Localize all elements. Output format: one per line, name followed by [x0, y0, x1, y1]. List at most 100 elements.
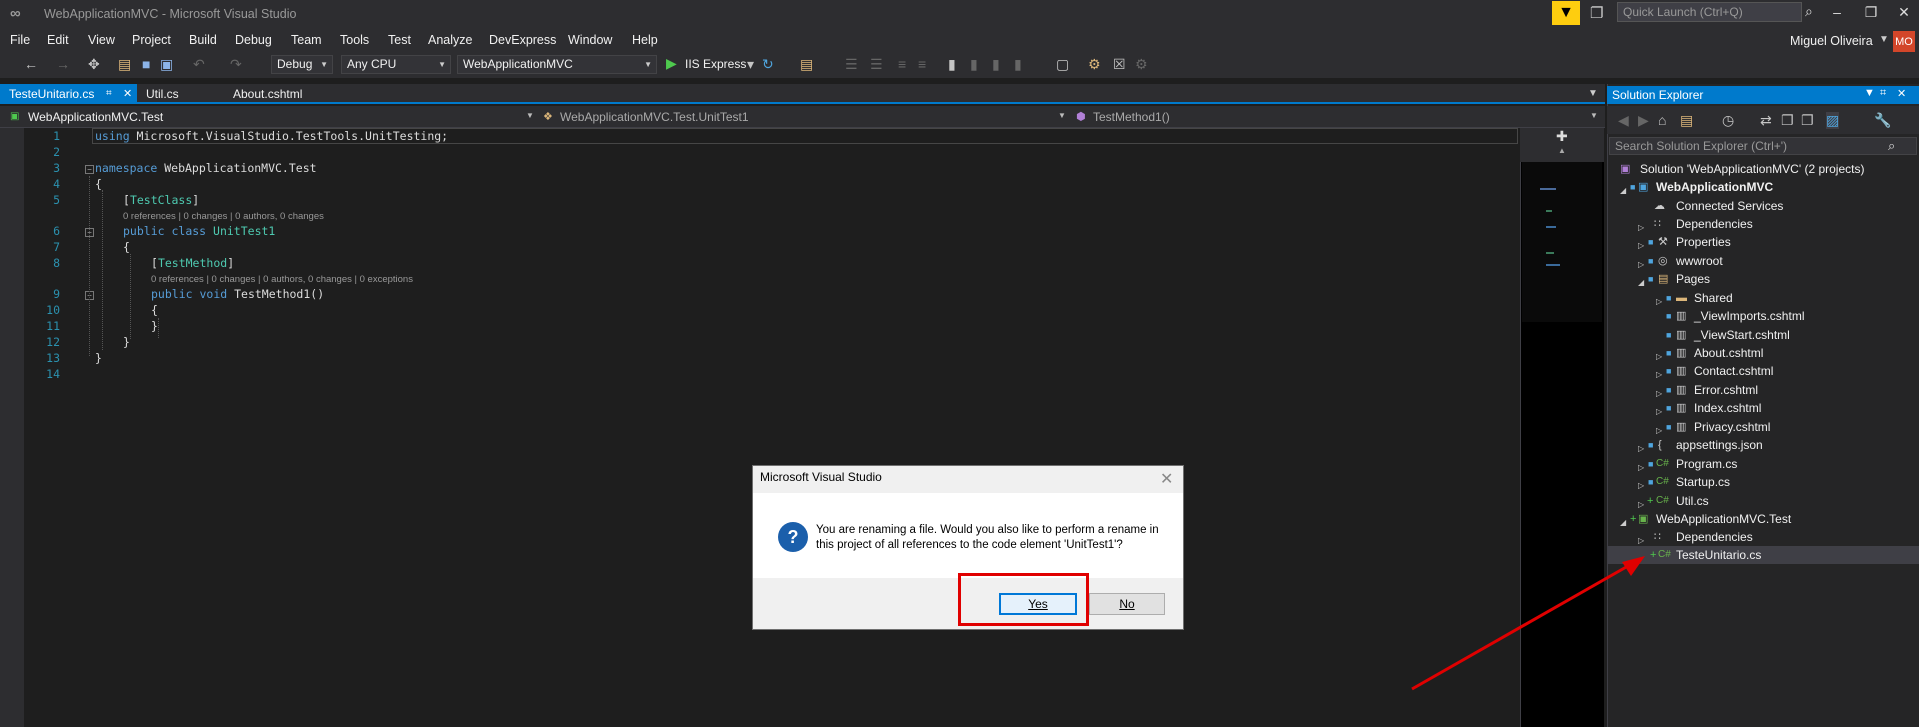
- menu-project[interactable]: Project: [132, 33, 171, 47]
- notifications-filter-icon[interactable]: ▼: [1552, 1, 1580, 25]
- navigate-back-icon[interactable]: ←: [24, 56, 38, 72]
- collapsed-icon[interactable]: ▷: [1638, 256, 1644, 274]
- collapsed-icon[interactable]: ▷: [1638, 237, 1644, 255]
- bookmark-icon[interactable]: ▮: [948, 56, 956, 73]
- outdent-icon[interactable]: ≡: [918, 56, 926, 72]
- menu-tools[interactable]: Tools: [340, 33, 369, 47]
- collapsed-icon[interactable]: ▷: [1656, 348, 1662, 366]
- configuration-select[interactable]: Debug ▼: [271, 55, 333, 74]
- play-icon[interactable]: ▶: [666, 55, 677, 72]
- startup-project-select[interactable]: WebApplicationMVC ▼: [457, 55, 657, 74]
- back-icon[interactable]: ◀: [1618, 112, 1629, 129]
- close-icon[interactable]: ✕: [1897, 87, 1906, 100]
- collapsed-icon[interactable]: ▷: [1638, 440, 1644, 458]
- refresh-icon[interactable]: ↻: [762, 56, 774, 73]
- pin-icon[interactable]: ⌗: [1880, 87, 1886, 100]
- expanded-icon[interactable]: ◢: [1620, 514, 1626, 532]
- menu-devexpress[interactable]: DevExpress: [489, 33, 556, 47]
- expanded-icon[interactable]: ◢: [1638, 274, 1644, 292]
- show-all-files-icon[interactable]: ❐: [1801, 112, 1814, 129]
- nav-member-dropdown[interactable]: TestMethod1(): [1093, 108, 1170, 126]
- sync-icon[interactable]: ⇄: [1760, 112, 1772, 129]
- menu-file[interactable]: File: [10, 33, 30, 47]
- properties-wrench-icon[interactable]: 🔧: [1874, 112, 1891, 129]
- search-icon[interactable]: ⌕: [1888, 138, 1895, 154]
- collapsed-icon[interactable]: ▷: [1656, 366, 1662, 384]
- tab-about[interactable]: About.cshtml: [224, 84, 324, 104]
- collapsed-icon[interactable]: ▷: [1656, 385, 1662, 403]
- menu-analyze[interactable]: Analyze: [428, 33, 472, 47]
- home-icon[interactable]: ⌂: [1658, 112, 1666, 128]
- collapse-all-icon[interactable]: ❐: [1781, 112, 1794, 129]
- navigate-forward-icon[interactable]: →: [56, 56, 70, 72]
- collapsed-icon[interactable]: ▷: [1656, 293, 1662, 311]
- save-icon[interactable]: ■: [142, 56, 150, 72]
- open-file-icon[interactable]: ▤: [118, 56, 131, 73]
- codelens-class[interactable]: 0 references | 0 changes | 0 authors, 0 …: [123, 211, 324, 222]
- menu-team[interactable]: Team: [291, 33, 322, 47]
- menu-view[interactable]: View: [88, 33, 115, 47]
- codelens-method[interactable]: 0 references | 0 changes | 0 authors, 0 …: [151, 274, 413, 285]
- chevron-down-icon[interactable]: ▼: [1590, 111, 1598, 120]
- undo-icon[interactable]: ↶: [193, 56, 205, 73]
- menu-window[interactable]: Window: [568, 33, 612, 47]
- step-icon[interactable]: ☰: [845, 56, 858, 73]
- close-icon[interactable]: ✕: [123, 84, 132, 104]
- menu-edit[interactable]: Edit: [47, 33, 69, 47]
- collapsed-icon[interactable]: ▷: [1638, 459, 1644, 477]
- no-button[interactable]: No: [1089, 593, 1165, 615]
- chevron-down-icon[interactable]: ▾: [747, 56, 754, 73]
- scroll-up-icon[interactable]: ▲: [1558, 146, 1566, 155]
- pending-changes-icon[interactable]: ◷: [1722, 112, 1734, 129]
- switch-views-icon[interactable]: ▤: [1680, 112, 1693, 129]
- new-project-icon[interactable]: ✥: [88, 56, 100, 73]
- collapsed-icon[interactable]: ▷: [1656, 403, 1662, 421]
- maximize-button[interactable]: ❐: [1856, 4, 1886, 21]
- feedback-icon[interactable]: ❐: [1590, 4, 1603, 22]
- chevron-down-icon[interactable]: ▼: [526, 111, 534, 120]
- chevron-down-icon[interactable]: ▼: [1879, 34, 1889, 45]
- tab-overflow-icon[interactable]: ▼: [1588, 88, 1598, 99]
- fold-toggle-icon[interactable]: −: [85, 165, 94, 174]
- close-window-button[interactable]: ✕: [1889, 4, 1919, 21]
- quick-launch-input[interactable]: Quick Launch (Ctrl+Q): [1617, 2, 1802, 22]
- pin-icon[interactable]: ⌗: [106, 84, 112, 104]
- menu-test[interactable]: Test: [388, 33, 411, 47]
- dialog-close-button[interactable]: ✕: [1160, 469, 1173, 489]
- expanded-icon[interactable]: ◢: [1620, 182, 1626, 200]
- collapsed-icon[interactable]: ▷: [1638, 477, 1644, 495]
- menu-help[interactable]: Help: [632, 33, 658, 47]
- indent-icon[interactable]: ≡: [898, 56, 906, 72]
- browser-link-icon[interactable]: ▤: [800, 56, 813, 73]
- chevron-down-icon[interactable]: ▼: [1058, 111, 1066, 120]
- preview-selected-icon[interactable]: ▨: [1826, 112, 1840, 129]
- tools-icon[interactable]: ⚙: [1088, 56, 1101, 73]
- forward-icon[interactable]: ▶: [1638, 112, 1649, 129]
- extensions-icon[interactable]: ⚙: [1135, 56, 1148, 73]
- comment-icon[interactable]: ▢: [1056, 56, 1069, 73]
- avatar[interactable]: MO: [1893, 31, 1915, 53]
- solution-explorer-search-input[interactable]: Search Solution Explorer (Ctrl+'): [1609, 137, 1917, 155]
- minimize-button[interactable]: –: [1822, 4, 1852, 20]
- prev-bookmark-icon[interactable]: ▮: [970, 56, 978, 73]
- clear-bookmarks-icon[interactable]: ▮: [1014, 56, 1022, 73]
- scrollbar-thumb[interactable]: [1522, 162, 1602, 322]
- tab-util[interactable]: Util.cs: [137, 84, 227, 104]
- menu-build[interactable]: Build: [189, 33, 217, 47]
- menu-debug[interactable]: Debug: [235, 33, 272, 47]
- run-button[interactable]: IIS Express: [685, 57, 746, 71]
- tab-testeunitario[interactable]: TesteUnitario.cs ⌗ ✕: [0, 84, 137, 104]
- platform-select[interactable]: Any CPU ▼: [341, 55, 451, 74]
- redo-icon[interactable]: ↷: [230, 56, 242, 73]
- search-icon[interactable]: ⌕: [1805, 3, 1813, 20]
- split-window-icon[interactable]: ✚: [1556, 128, 1568, 145]
- format-icon[interactable]: ☒: [1113, 56, 1126, 73]
- collapsed-icon[interactable]: ▷: [1638, 532, 1644, 550]
- save-all-icon[interactable]: ▣: [160, 56, 173, 73]
- step-over-icon[interactable]: ☰: [870, 56, 883, 73]
- user-name[interactable]: Miguel Oliveira: [1790, 34, 1873, 48]
- nav-type-dropdown[interactable]: WebApplicationMVC.Test.UnitTest1: [560, 108, 749, 126]
- next-bookmark-icon[interactable]: ▮: [992, 56, 1000, 73]
- chevron-down-icon[interactable]: ▼: [1864, 87, 1875, 99]
- nav-project-dropdown[interactable]: WebApplicationMVC.Test: [28, 108, 163, 126]
